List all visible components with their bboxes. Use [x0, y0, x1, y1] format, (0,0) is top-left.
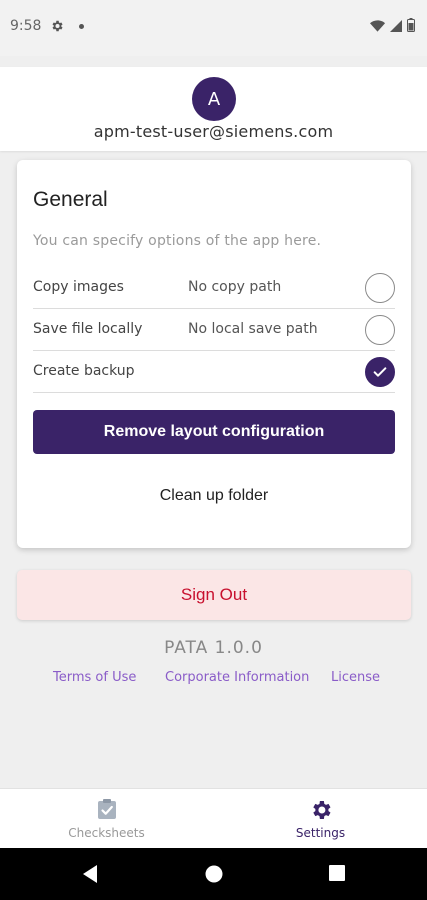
- avatar[interactable]: A: [192, 77, 236, 121]
- create-backup-checkbox[interactable]: [365, 357, 395, 387]
- nav-label-checksheets: Checksheets: [68, 826, 145, 840]
- remove-layout-configuration-button[interactable]: Remove layout configuration: [33, 410, 395, 454]
- user-email: apm-test-user@siemens.com: [93, 122, 334, 141]
- license-link[interactable]: License: [331, 670, 380, 685]
- footer-links: Terms of Use Corporate Information Licen…: [0, 670, 427, 690]
- option-label: Copy images: [33, 279, 124, 295]
- save-file-locally-checkbox[interactable]: [365, 315, 395, 345]
- status-time: 9:58: [10, 18, 42, 34]
- wifi-icon: [370, 17, 385, 36]
- card-description: You can specify options of the app here.: [33, 233, 322, 249]
- checkmark-icon: [373, 367, 387, 377]
- status-icons: [370, 17, 415, 36]
- nav-item-checksheets[interactable]: Checksheets: [0, 789, 213, 849]
- app-version: PATA 1.0.0: [164, 638, 263, 658]
- option-label: Save file locally: [33, 321, 143, 337]
- profile-header: A apm-test-user@siemens.com: [0, 67, 427, 151]
- option-row-save-file-locally: Save file locally No local save path: [33, 309, 395, 351]
- terms-of-use-link[interactable]: Terms of Use: [53, 670, 136, 685]
- copy-images-checkbox[interactable]: [365, 273, 395, 303]
- notification-dot-icon: [79, 24, 84, 29]
- bottom-navigation: Checksheets Settings: [0, 788, 427, 848]
- system-navigation-bar: [0, 848, 427, 900]
- option-label: Create backup: [33, 363, 135, 379]
- battery-icon: [407, 17, 415, 36]
- gear-icon: [50, 18, 64, 37]
- general-settings-card: General You can specify options of the a…: [17, 160, 411, 548]
- option-path: No copy path: [188, 279, 282, 295]
- home-icon[interactable]: [204, 864, 224, 888]
- clean-up-folder-button[interactable]: Clean up folder: [33, 478, 395, 514]
- option-path: No local save path: [188, 321, 318, 337]
- option-row-create-backup: Create backup: [33, 351, 395, 393]
- sign-out-button[interactable]: Sign Out: [17, 570, 411, 620]
- status-bar: 9:58: [0, 0, 427, 56]
- recents-icon[interactable]: [328, 864, 346, 886]
- back-icon[interactable]: [81, 864, 99, 888]
- clipboard-check-icon: [97, 798, 117, 824]
- nav-label-settings: Settings: [295, 826, 346, 840]
- nav-item-settings[interactable]: Settings: [214, 789, 427, 849]
- settings-gear-icon: [309, 798, 333, 826]
- card-title: General: [33, 188, 108, 211]
- signal-icon: [390, 17, 402, 36]
- option-row-copy-images: Copy images No copy path: [33, 267, 395, 309]
- corporate-information-link[interactable]: Corporate Information: [165, 670, 309, 685]
